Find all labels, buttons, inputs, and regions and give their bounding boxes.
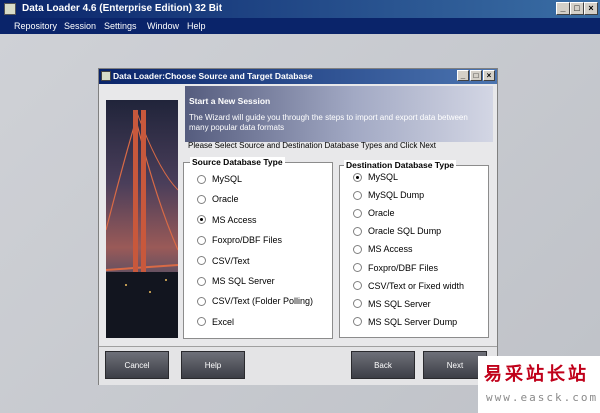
destination-option-label: MS SQL Server (368, 298, 431, 309)
source-option[interactable]: CSV/Text (197, 256, 250, 266)
source-option-label: MS SQL Server (212, 276, 275, 286)
destination-option-label: MS Access (368, 244, 413, 255)
wizard-dialog: Data Loader:Choose Source and Target Dat… (98, 68, 498, 385)
watermark-chinese: 易采站长站 (484, 364, 589, 385)
destination-option[interactable]: MS SQL Server (353, 299, 431, 309)
destination-option-label: Oracle SQL Dump (368, 226, 442, 237)
source-option[interactable]: MS SQL Server (197, 276, 275, 286)
dialog-minimize-button[interactable]: _ (457, 70, 469, 81)
radio-button[interactable] (353, 244, 362, 254)
radio-button[interactable] (197, 174, 206, 184)
radio-button[interactable] (197, 215, 206, 225)
destination-option-label: Foxpro/DBF Files (368, 262, 439, 273)
destination-option[interactable]: MS SQL Server Dump (353, 317, 457, 327)
dialog-icon (101, 71, 111, 81)
radio-button[interactable] (197, 317, 206, 327)
radio-button[interactable] (353, 190, 362, 200)
destination-option[interactable]: CSV/Text or Fixed width (353, 281, 464, 291)
source-option-label: MS Access (212, 214, 257, 225)
source-db-group: Source Database Type MySQL Oracle MS Acces… (183, 157, 333, 339)
destination-option[interactable]: Oracle (353, 208, 395, 218)
menu-help[interactable]: Help (187, 21, 206, 31)
maximize-button[interactable]: □ (570, 2, 584, 15)
source-option[interactable]: Excel (197, 317, 234, 327)
radio-button[interactable] (197, 256, 206, 266)
source-group-title: Source Database Type (190, 157, 285, 167)
source-option[interactable]: MS Access (197, 215, 257, 225)
menu-bar: Repository Session Settings Window Help (0, 18, 600, 34)
destination-option-label: MySQL (368, 172, 399, 182)
radio-button[interactable] (197, 296, 206, 306)
radio-button[interactable] (353, 281, 362, 291)
destination-option[interactable]: MySQL Dump (353, 190, 424, 200)
source-option[interactable]: Foxpro/DBF Files (197, 235, 282, 245)
destination-option[interactable]: Foxpro/DBF Files (353, 263, 438, 273)
dialog-close-button[interactable]: × (483, 70, 495, 81)
radio-button[interactable] (197, 194, 206, 204)
instruction-text: Please Select Source and Destination Dat… (188, 141, 436, 150)
destination-option-label: Oracle (368, 208, 395, 219)
source-option-label: Oracle (212, 194, 239, 205)
source-option[interactable]: MySQL (197, 174, 242, 184)
source-option-label: Foxpro/DBF Files (212, 235, 283, 246)
watermark-url: www.easck.com (486, 391, 599, 404)
help-button[interactable]: Help (181, 351, 245, 379)
back-button[interactable]: Back (351, 351, 415, 379)
menu-repository[interactable]: Repository (14, 21, 57, 31)
menu-session[interactable]: Session (64, 21, 96, 31)
source-option[interactable]: CSV/Text (Folder Polling) (197, 296, 313, 306)
button-bar: Cancel Help Back Next (99, 346, 497, 385)
watermark: 易采站长站 www.easck.com (478, 356, 600, 413)
radio-button[interactable] (353, 208, 362, 218)
app-title: Data Loader 4.6 (Enterprise Edition) 32 … (22, 3, 223, 14)
cancel-button[interactable]: Cancel (105, 351, 169, 379)
destination-option[interactable]: MySQL (353, 172, 398, 182)
bridge-image (106, 100, 178, 338)
destination-option-label: MySQL Dump (368, 190, 425, 201)
dialog-title: Data Loader:Choose Source and Target Dat… (113, 71, 313, 81)
app-icon (4, 3, 16, 15)
destination-option-label: MS SQL Server Dump (368, 316, 458, 327)
dialog-title-bar[interactable]: Data Loader:Choose Source and Target Dat… (99, 69, 497, 84)
dialog-maximize-button[interactable]: □ (470, 70, 482, 81)
radio-button[interactable] (197, 276, 206, 286)
source-option[interactable]: Oracle (197, 194, 239, 204)
radio-button[interactable] (353, 263, 362, 272)
source-option-label: MySQL (212, 174, 243, 184)
welcome-title: Start a New Session (189, 96, 271, 106)
menu-settings[interactable]: Settings (104, 21, 137, 31)
source-option-label: CSV/Text (Folder Polling) (212, 296, 314, 307)
minimize-button[interactable]: _ (556, 2, 570, 15)
app-title-bar[interactable]: Data Loader 4.6 (Enterprise Edition) 32 … (0, 0, 600, 18)
radio-button[interactable] (353, 172, 362, 182)
destination-option[interactable]: Oracle SQL Dump (353, 226, 441, 236)
radio-button[interactable] (353, 299, 362, 309)
destination-option[interactable]: MS Access (353, 244, 413, 254)
radio-button[interactable] (353, 226, 362, 236)
destination-group-title: Destination Database Type (344, 160, 457, 170)
destination-db-group: Destination Database Type MySQL MySQL Dum… (339, 160, 489, 338)
destination-option-label: CSV/Text or Fixed width (368, 280, 465, 291)
radio-button[interactable] (197, 235, 206, 245)
welcome-text: The Wizard will guide you through the st… (189, 113, 468, 132)
source-option-label: CSV/Text (212, 255, 250, 266)
close-button[interactable]: × (584, 2, 598, 15)
radio-button[interactable] (353, 317, 362, 327)
menu-window[interactable]: Window (147, 21, 179, 31)
source-option-label: Excel (212, 316, 235, 327)
